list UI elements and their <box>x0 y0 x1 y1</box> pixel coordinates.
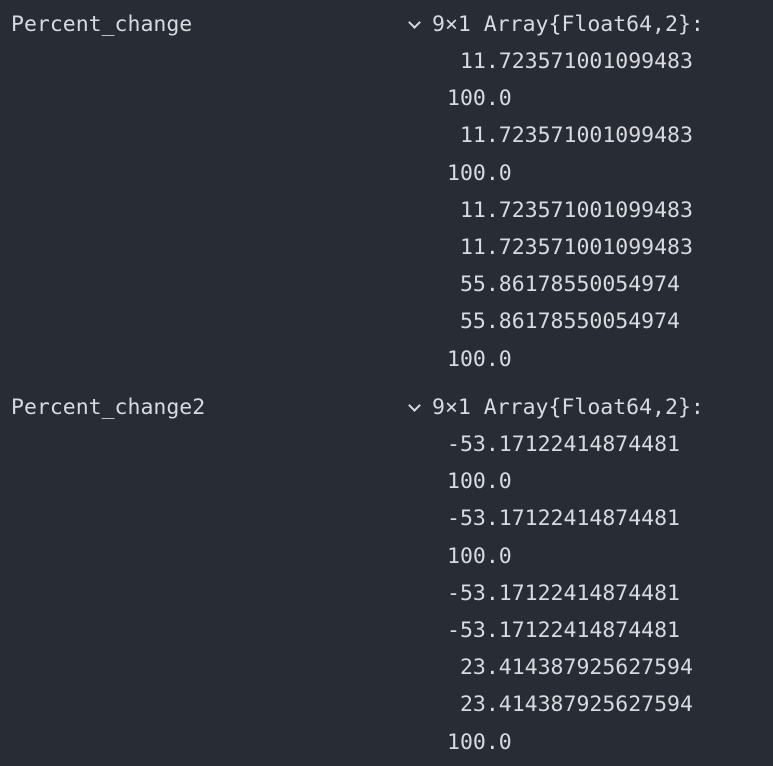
array-entry: 11.723571001099483 <box>447 49 693 74</box>
array-entries: 11.723571001099483 100.0 11.723571001099… <box>405 43 704 378</box>
array-entry: 23.414387925627594 <box>447 692 693 718</box>
array-entry: 100.0 <box>447 469 512 495</box>
array-entries: -53.17122414874481 100.0 -53.17122414874… <box>405 426 704 761</box>
array-entry: 11.723571001099483 <box>447 197 693 223</box>
array-entry: -53.17122414874481 <box>447 506 680 532</box>
variable-value: 9×1 Array{Float64,2}: -53.17122414874481… <box>405 389 704 761</box>
array-entry: 100.0 <box>447 86 512 112</box>
array-entry: 100.0 <box>447 346 512 372</box>
array-entry: 100.0 <box>447 543 512 569</box>
variable-name: Percent_change2 <box>11 395 206 420</box>
array-entry: 100.0 <box>447 160 512 186</box>
array-entry: -53.17122414874481 <box>447 580 680 606</box>
chevron-down-icon[interactable] <box>405 6 425 43</box>
array-entry: 55.86178550054974 <box>447 309 680 335</box>
array-entry: -53.17122414874481 <box>447 432 680 457</box>
array-entry: -53.17122414874481 <box>447 617 680 643</box>
array-entry: 11.723571001099483 <box>447 234 693 260</box>
array-entry: 11.723571001099483 <box>447 123 693 149</box>
array-expand-toggle[interactable]: 9×1 Array{Float64,2}: <box>405 389 704 426</box>
chevron-down-icon[interactable] <box>405 389 425 426</box>
array-entry: 100.0 <box>447 729 512 755</box>
variable-value: 9×1 Array{Float64,2}: 11.723571001099483… <box>405 6 704 378</box>
array-type-label: 9×1 Array{Float64,2}: <box>432 12 704 37</box>
array-entry: 55.86178550054974 <box>447 272 680 298</box>
array-expand-toggle[interactable]: 9×1 Array{Float64,2}: <box>405 6 704 43</box>
array-type-label: 9×1 Array{Float64,2}: <box>432 395 704 420</box>
variable-name: Percent_change <box>11 12 193 37</box>
array-entry: 23.414387925627594 <box>447 655 693 681</box>
